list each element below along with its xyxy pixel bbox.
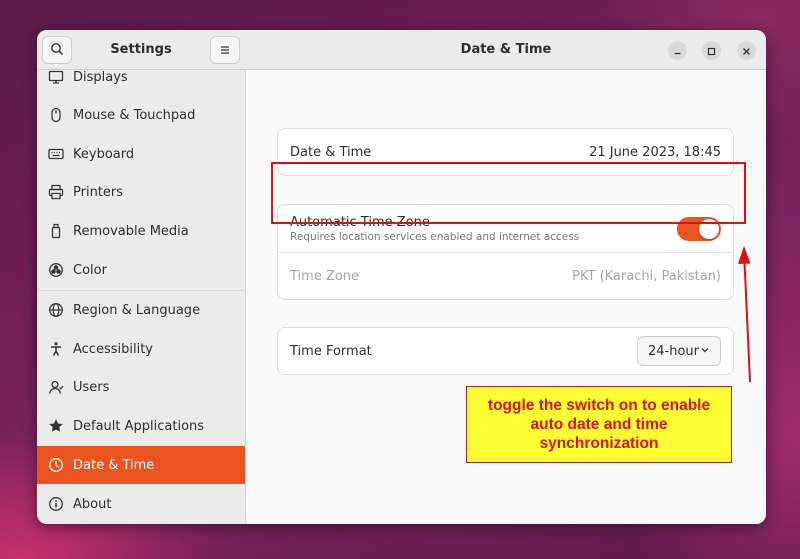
time-format-card: Time Format 24-hour (277, 327, 734, 375)
minimize-icon (673, 41, 682, 60)
sidebar-item-color[interactable]: Color (37, 251, 245, 289)
date-time-row[interactable]: Date & Time 21 June 2023, 18:45 (278, 129, 733, 175)
removable-media-icon (47, 222, 65, 240)
sidebar-item-label: Printers (73, 184, 124, 200)
time-zone-row: Time Zone PKT (Karachi, Pakistan) (278, 253, 733, 299)
sidebar-item-printers[interactable]: Printers (37, 173, 245, 211)
annotation-callout: toggle the switch on to enable auto date… (466, 386, 732, 463)
automatic-time-zone-subtitle: Requires location services enabled and i… (290, 231, 580, 243)
sidebar-item-removable-media[interactable]: Removable Media (37, 212, 245, 250)
star-icon (47, 417, 65, 435)
sidebar-item-label: Accessibility (73, 341, 153, 357)
sidebar-title: Settings (110, 42, 172, 57)
search-button[interactable] (42, 36, 72, 64)
sidebar-item-label: Keyboard (73, 146, 135, 162)
sidebar-item-label: Default Applications (73, 418, 205, 434)
date-time-value: 21 June 2023, 18:45 (589, 144, 721, 160)
time-format-label: Time Format (290, 343, 372, 359)
sidebar-item-default-applications[interactable]: Default Applications (37, 407, 245, 445)
maximize-icon (707, 41, 716, 60)
minimize-button[interactable] (668, 41, 687, 60)
date-time-label: Date & Time (290, 144, 372, 160)
users-icon (47, 378, 65, 396)
menu-button[interactable] (210, 36, 240, 64)
time-zone-value: PKT (Karachi, Pakistan) (572, 268, 721, 284)
sidebar-item-about[interactable]: About (37, 485, 245, 523)
sidebar-item-date-time[interactable]: Date & Time (37, 446, 245, 484)
time-zone-label: Time Zone (290, 268, 360, 284)
sidebar-item-label: Displays (73, 69, 128, 85)
clock-icon (47, 456, 65, 474)
accessibility-icon (47, 340, 65, 358)
printer-icon (47, 183, 65, 201)
time-format-row: Time Format 24-hour (278, 328, 733, 374)
date-time-card[interactable]: Date & Time 21 June 2023, 18:45 (277, 128, 734, 176)
time-format-value: 24-hour (648, 343, 700, 359)
automatic-time-zone-row[interactable]: Automatic Time Zone Requires location se… (278, 205, 733, 253)
display-icon (47, 68, 65, 86)
hamburger-menu-icon (219, 41, 231, 60)
sidebar-item-label: Users (73, 379, 110, 395)
annotation-arrow (738, 246, 751, 383)
maximize-button[interactable] (702, 41, 721, 60)
automatic-time-zone-toggle[interactable] (677, 216, 721, 241)
close-icon (742, 41, 751, 60)
chevron-down-icon (699, 344, 711, 360)
sidebar-item-mouse-touchpad[interactable]: Mouse & Touchpad (37, 96, 245, 134)
annotation-text: toggle the switch on to enable auto date… (487, 397, 711, 452)
sidebar: Displays Mouse & Touchpad Keyboard Print… (37, 30, 246, 524)
sidebar-item-accessibility[interactable]: Accessibility (37, 330, 245, 368)
automatic-time-zone-label: Automatic Time Zone (290, 215, 430, 230)
page-title: Date & Time (460, 42, 552, 57)
color-icon (47, 261, 65, 279)
sidebar-item-users[interactable]: Users (37, 368, 245, 406)
sidebar-header: Settings (37, 30, 246, 70)
sidebar-item-label: Date & Time (73, 457, 155, 473)
sidebar-item-label: Mouse & Touchpad (73, 107, 196, 123)
sidebar-item-label: Removable Media (73, 223, 189, 239)
sidebar-item-label: Region & Language (73, 302, 201, 318)
sidebar-item-label: About (73, 496, 112, 512)
toggle-knob (699, 218, 719, 239)
keyboard-icon (47, 145, 65, 163)
automatic-time-zone-text: Automatic Time Zone Requires location se… (290, 215, 579, 243)
search-icon (50, 41, 64, 60)
time-format-dropdown[interactable]: 24-hour (637, 336, 721, 366)
sidebar-item-keyboard[interactable]: Keyboard (37, 135, 245, 173)
globe-icon (47, 301, 65, 319)
sidebar-item-label: Color (73, 262, 107, 278)
close-button[interactable] (737, 41, 756, 60)
main-header: Date & Time (246, 30, 766, 70)
mouse-icon (47, 106, 65, 124)
timezone-card: Automatic Time Zone Requires location se… (277, 204, 734, 300)
info-icon (47, 495, 65, 513)
sidebar-item-region-language[interactable]: Region & Language (37, 291, 245, 329)
